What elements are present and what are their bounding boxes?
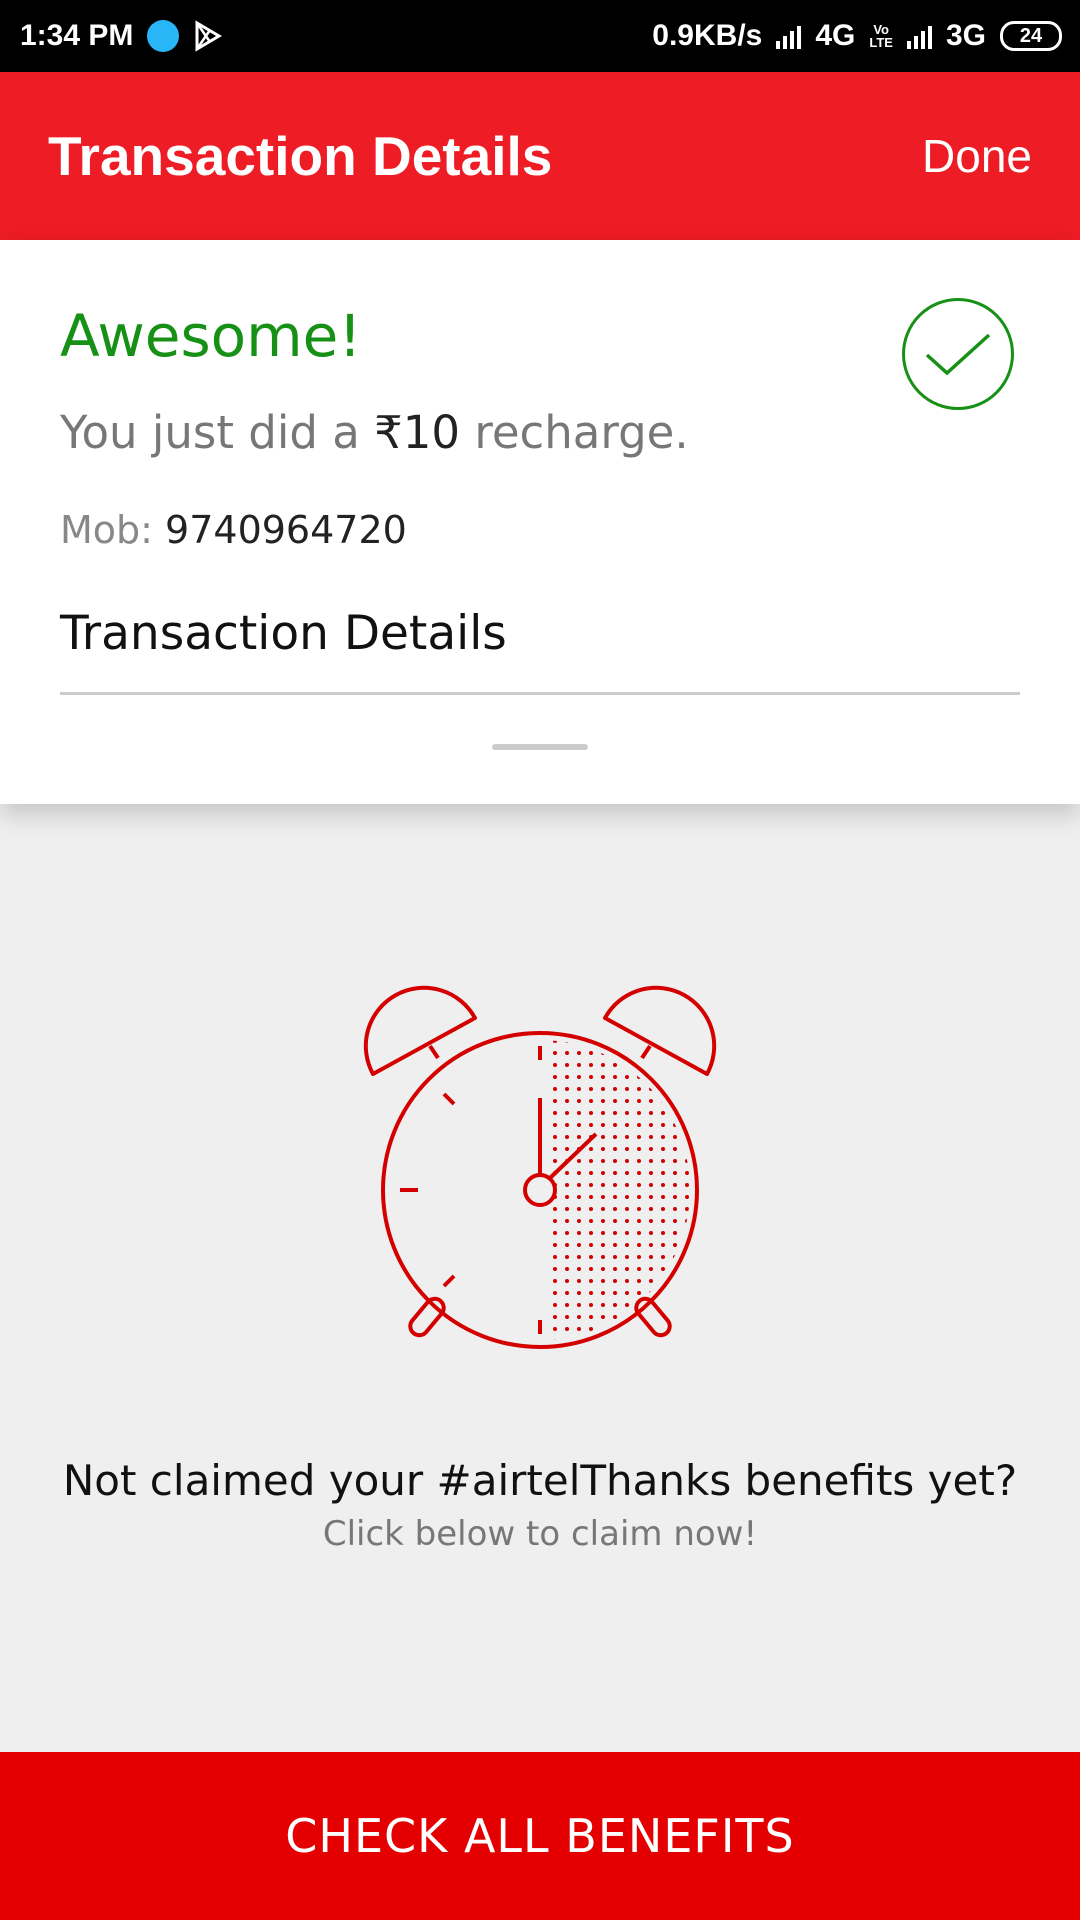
signal-icon — [776, 23, 802, 49]
recharge-suffix: recharge. — [460, 406, 689, 459]
page-title: Transaction Details — [48, 125, 553, 187]
battery-icon: 24 — [1000, 21, 1062, 51]
network-type-1: 4G — [815, 19, 856, 52]
signal-icon-2 — [906, 23, 932, 49]
success-headline: Awesome! — [60, 302, 362, 370]
battery-level: 24 — [1019, 25, 1043, 47]
alarm-clock-icon — [363, 985, 717, 1349]
play-store-icon — [195, 20, 223, 52]
divider — [60, 692, 1020, 695]
transaction-summary-card: Awesome! You just did a ₹10 recharge. Mo… — [0, 240, 1080, 804]
drag-handle[interactable] — [492, 744, 588, 750]
app-bar: Transaction Details Done — [0, 72, 1080, 240]
recharge-amount: ₹10 — [374, 406, 461, 459]
status-bar-left: 1:34 PM — [20, 19, 223, 53]
check-all-benefits-button[interactable]: CHECK ALL BENEFITS — [0, 1752, 1080, 1920]
mob-number: 9740964720 — [165, 508, 407, 552]
mobile-number-row: Mob: 9740964720 — [60, 508, 407, 552]
check-circle-icon — [902, 298, 1014, 410]
status-time: 1:34 PM — [20, 19, 134, 52]
transaction-details-toggle[interactable]: Transaction Details — [60, 606, 507, 661]
promo-title: Not claimed your #airtelThanks benefits … — [62, 1456, 1018, 1505]
check-all-benefits-label: CHECK ALL BENEFITS — [285, 1809, 795, 1863]
net-speed: 0.9KB/s — [652, 19, 763, 52]
check-mark-icon — [925, 333, 991, 376]
status-bar-right: 0.9KB/s 4G Vo LTE 3G 24 — [652, 19, 1062, 53]
status-bar: 1:34 PM 0.9KB/s 4G Vo LTE 3G 24 — [0, 0, 1080, 72]
volte-bottom: LTE — [869, 35, 893, 50]
mob-label: Mob: — [60, 508, 166, 552]
volte-icon: Vo LTE — [869, 23, 893, 49]
app-notification-icon — [147, 20, 180, 52]
network-type-2: 3G — [945, 19, 986, 52]
recharge-message: You just did a ₹10 recharge. — [60, 406, 689, 459]
recharge-prefix: You just did a — [60, 406, 375, 459]
promo-subtitle: Click below to claim now! — [322, 1514, 758, 1554]
done-button[interactable]: Done — [922, 129, 1032, 183]
